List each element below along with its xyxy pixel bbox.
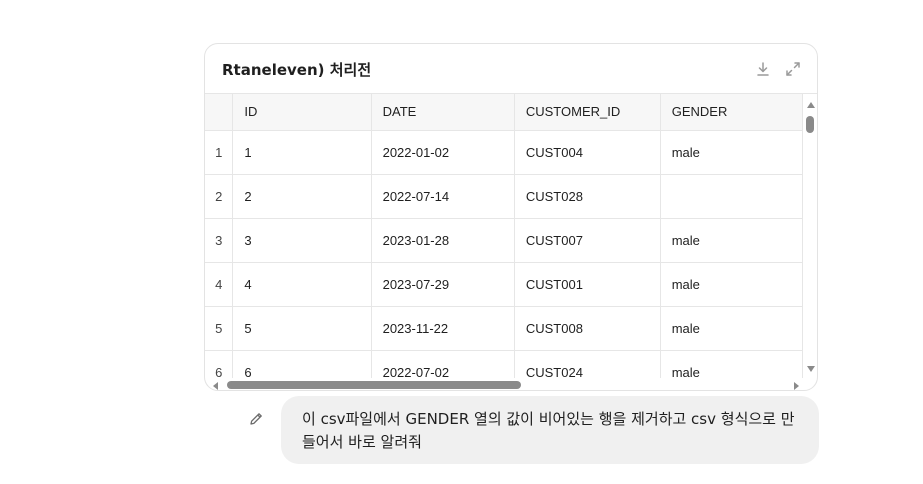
table-cell[interactable]: 5 bbox=[232, 306, 372, 351]
table-cell[interactable]: 2022-01-02 bbox=[371, 130, 515, 175]
scroll-down-arrow-icon[interactable] bbox=[807, 366, 815, 372]
table-cell[interactable]: male bbox=[660, 262, 803, 307]
table-cell[interactable]: 2023-11-22 bbox=[371, 306, 515, 351]
scroll-up-arrow-icon[interactable] bbox=[807, 102, 815, 108]
expand-icon[interactable] bbox=[784, 60, 802, 78]
table-row: 5 5 2023-11-22 CUST008 male bbox=[205, 306, 803, 351]
table-cell[interactable]: male bbox=[660, 350, 803, 378]
card-title: Rtaneleven) 처리전 bbox=[222, 61, 372, 79]
table-row: 6 6 2022-07-02 CUST024 male bbox=[205, 350, 803, 378]
table-cell[interactable]: CUST024 bbox=[514, 350, 661, 378]
table-header-row: ID DATE CUSTOMER_ID GENDER bbox=[205, 94, 803, 131]
table-cell[interactable]: CUST004 bbox=[514, 130, 661, 175]
horizontal-scrollbar[interactable] bbox=[209, 379, 799, 390]
table-row: 1 1 2022-01-02 CUST004 male bbox=[205, 130, 803, 175]
table-row: 4 4 2023-07-29 CUST001 male bbox=[205, 262, 803, 307]
table-cell[interactable]: 2022-07-02 bbox=[371, 350, 515, 378]
horizontal-scroll-thumb[interactable] bbox=[227, 381, 521, 389]
table-cell[interactable]: 2023-01-28 bbox=[371, 218, 515, 263]
row-number: 4 bbox=[205, 262, 234, 307]
vertical-scroll-thumb[interactable] bbox=[806, 116, 814, 133]
table-cell[interactable]: CUST001 bbox=[514, 262, 661, 307]
table-cell[interactable]: 2022-07-14 bbox=[371, 174, 515, 219]
column-header-date[interactable]: DATE bbox=[371, 94, 515, 131]
table-cell[interactable]: CUST028 bbox=[514, 174, 661, 219]
row-number-header bbox=[205, 94, 234, 131]
card-header: Rtaneleven) 처리전 bbox=[205, 44, 817, 94]
table-cell[interactable]: 2 bbox=[232, 174, 372, 219]
scroll-right-arrow-icon[interactable] bbox=[794, 382, 799, 390]
table-cell[interactable]: 1 bbox=[232, 130, 372, 175]
table-cell[interactable]: 2023-07-29 bbox=[371, 262, 515, 307]
table-viewport[interactable]: ID DATE CUSTOMER_ID GENDER 1 1 2022-01-0… bbox=[205, 94, 803, 378]
row-number: 1 bbox=[205, 130, 234, 175]
vertical-scrollbar[interactable] bbox=[804, 100, 817, 372]
table-cell[interactable]: male bbox=[660, 218, 803, 263]
data-table: ID DATE CUSTOMER_ID GENDER 1 1 2022-01-0… bbox=[205, 94, 803, 378]
table-row: 3 3 2023-01-28 CUST007 male bbox=[205, 218, 803, 263]
download-icon[interactable] bbox=[754, 60, 772, 78]
table-cell[interactable]: 4 bbox=[232, 262, 372, 307]
row-number: 2 bbox=[205, 174, 234, 219]
data-table-card: Rtaneleven) 처리전 ID DATE CUSTOMER_ID GEND… bbox=[204, 43, 818, 391]
table-cell[interactable]: CUST008 bbox=[514, 306, 661, 351]
user-message-bubble: 이 csv파일에서 GENDER 열의 값이 비어있는 행을 제거하고 csv … bbox=[281, 396, 819, 464]
column-header-gender[interactable]: GENDER bbox=[660, 94, 803, 131]
column-header-id[interactable]: ID bbox=[232, 94, 372, 131]
pencil-icon[interactable] bbox=[248, 411, 264, 427]
column-header-customer-id[interactable]: CUSTOMER_ID bbox=[514, 94, 661, 131]
table-row: 2 2 2022-07-14 CUST028 bbox=[205, 174, 803, 219]
table-cell[interactable]: 3 bbox=[232, 218, 372, 263]
row-number: 5 bbox=[205, 306, 234, 351]
row-number: 3 bbox=[205, 218, 234, 263]
table-cell[interactable]: male bbox=[660, 306, 803, 351]
row-number: 6 bbox=[205, 350, 234, 378]
scroll-left-arrow-icon[interactable] bbox=[213, 382, 218, 390]
user-message-text: 이 csv파일에서 GENDER 열의 값이 비어있는 행을 제거하고 csv … bbox=[302, 410, 795, 451]
table-cell[interactable]: male bbox=[660, 130, 803, 175]
table-cell[interactable]: 6 bbox=[232, 350, 372, 378]
table-cell[interactable] bbox=[660, 174, 803, 219]
table-cell[interactable]: CUST007 bbox=[514, 218, 661, 263]
